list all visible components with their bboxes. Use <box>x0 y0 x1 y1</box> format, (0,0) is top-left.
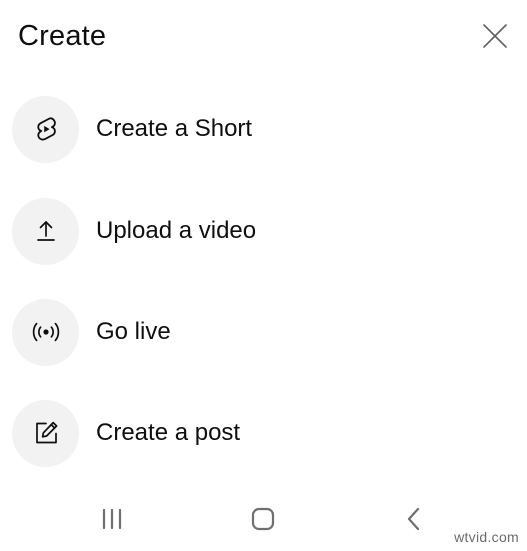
watermark: wtvid.com <box>454 529 519 545</box>
create-post-item[interactable]: Create a post <box>0 388 527 478</box>
create-short-label: Create a Short <box>96 115 253 142</box>
back-button[interactable] <box>394 502 434 536</box>
back-icon <box>407 507 420 531</box>
go-live-label: Go live <box>96 318 171 345</box>
live-broadcast-icon <box>32 322 59 342</box>
upload-video-label: Upload a video <box>96 217 257 244</box>
upload-icon <box>36 221 55 241</box>
system-navigation-bar <box>0 490 527 548</box>
create-short-icon-bg <box>12 95 79 163</box>
go-live-item[interactable]: Go live <box>0 287 527 377</box>
close-button[interactable] <box>477 18 513 54</box>
upload-video-item[interactable]: Upload a video <box>0 186 527 276</box>
upload-video-icon-bg <box>12 197 79 265</box>
shorts-icon <box>36 117 56 141</box>
home-icon <box>251 507 275 531</box>
go-live-icon-bg <box>12 298 79 366</box>
recent-apps-button[interactable] <box>92 502 132 536</box>
close-icon <box>483 24 507 48</box>
create-short-item[interactable]: Create a Short <box>0 84 527 174</box>
home-button[interactable] <box>243 502 283 536</box>
recent-apps-icon <box>102 508 122 530</box>
edit-post-icon <box>35 421 57 444</box>
sheet-title: Create <box>18 20 107 52</box>
create-post-label: Create a post <box>96 419 241 446</box>
create-post-icon-bg <box>12 399 79 467</box>
